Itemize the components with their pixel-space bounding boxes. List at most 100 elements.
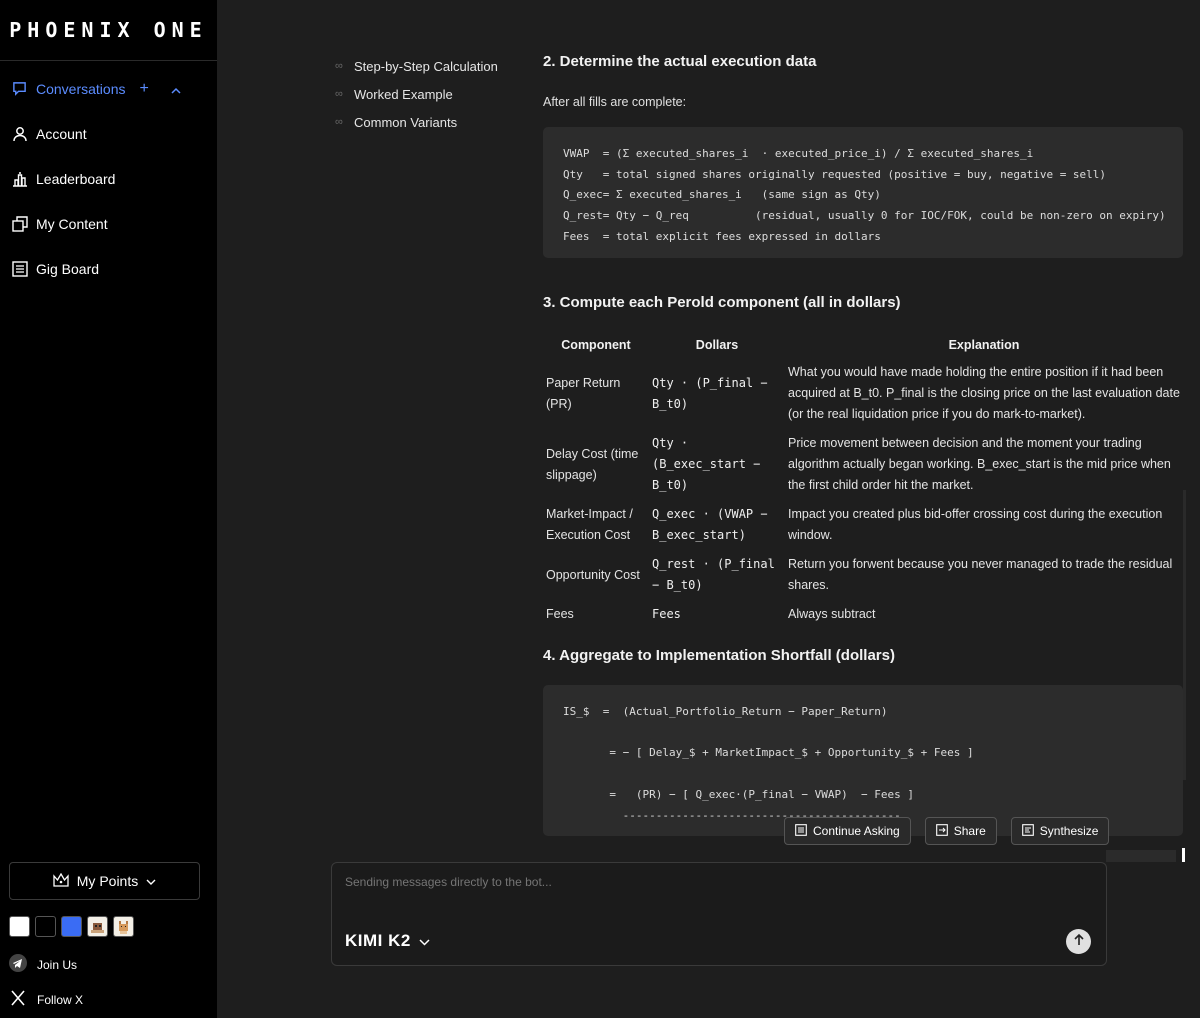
- cell-explanation: What you would have made holding the ent…: [788, 365, 1180, 421]
- theme-swatch-white[interactable]: [9, 916, 30, 937]
- code-block: VWAP = (Σ executed_shares_i · executed_p…: [543, 127, 1183, 258]
- theme-swatch-blue[interactable]: [61, 916, 82, 937]
- share-icon: [935, 823, 948, 839]
- brand-name: PHOENIX ONE: [9, 18, 208, 42]
- synthesize-label: Synthesize: [1039, 824, 1099, 838]
- sidebar-item-my-content[interactable]: My Content: [0, 201, 217, 246]
- section-heading: 4. Aggregate to Implementation Shortfall…: [543, 647, 895, 664]
- cell-component: Paper Return (PR): [546, 375, 621, 411]
- sidebar-item-gig-board[interactable]: Gig Board: [0, 246, 217, 291]
- chevron-down-icon: [146, 873, 156, 889]
- toc-item-label: Step-by-Step Calculation: [354, 58, 498, 74]
- app-root: PHOENIX ONE Conversations + Account Lead…: [0, 0, 1200, 1018]
- synthesize-icon: [1021, 823, 1034, 839]
- board-list-icon: [11, 260, 28, 277]
- theme-swatch-pixel-cat-icon[interactable]: [113, 916, 134, 937]
- model-selector[interactable]: KIMI K2: [345, 931, 430, 951]
- link-icon: ∞: [335, 60, 343, 72]
- chat-bubble-icon: [11, 80, 28, 97]
- telegram-icon: [9, 954, 27, 975]
- toc-item[interactable]: ∞ Step-by-Step Calculation: [335, 52, 498, 80]
- code-block: IS_$ = (Actual_Portfolio_Return − Paper_…: [543, 685, 1183, 836]
- table-of-contents: ∞ Step-by-Step Calculation ∞ Worked Exam…: [335, 52, 498, 136]
- table-row: Fees Fees Always subtract: [543, 600, 1183, 629]
- sidebar-item-conversations[interactable]: Conversations +: [0, 66, 217, 111]
- stacked-windows-icon: [11, 215, 28, 232]
- sidebar-item-label: Leaderboard: [36, 170, 116, 187]
- cell-component: Delay Cost (time slippage): [546, 446, 639, 482]
- link-icon: ∞: [335, 116, 343, 128]
- cell-explanation: Return you forwent because you never man…: [788, 557, 1173, 592]
- toc-item[interactable]: ∞ Worked Example: [335, 80, 498, 108]
- toc-item[interactable]: ∞ Common Variants: [335, 108, 498, 136]
- theme-swatches: [9, 916, 134, 937]
- table-row: Delay Cost (time slippage) Qty · (B_exec…: [543, 429, 1183, 500]
- perold-table: Component Dollars Explanation Paper Retu…: [543, 338, 1183, 629]
- cell-dollars: Q_exec · (VWAP − B_exec_start): [652, 507, 768, 542]
- cell-component: Market-Impact / Execution Cost: [546, 507, 633, 542]
- continue-asking-label: Continue Asking: [813, 824, 900, 838]
- table-row: Market-Impact / Execution Cost Q_exec · …: [543, 500, 1183, 550]
- toc-item-label: Worked Example: [354, 86, 453, 102]
- toc-item-label: Common Variants: [354, 114, 458, 130]
- section-heading: 2. Determine the actual execution data: [543, 53, 817, 70]
- share-label: Share: [953, 824, 986, 838]
- sidebar-item-label: Account: [36, 125, 87, 142]
- column-header: Dollars: [695, 338, 739, 352]
- message-input[interactable]: [345, 875, 1045, 889]
- message-actions: Continue Asking Share Synthesize: [784, 817, 1110, 845]
- chevron-up-icon[interactable]: [171, 81, 181, 97]
- user-icon: [11, 125, 28, 142]
- cell-explanation: Impact you created plus bid-offer crossi…: [788, 507, 1163, 542]
- sidebar-nav: Conversations + Account Leaderboard My C…: [0, 66, 217, 291]
- sidebar-item-label: Gig Board: [36, 260, 100, 277]
- follow-x-link[interactable]: Follow X: [9, 989, 83, 1010]
- theme-swatch-black[interactable]: [35, 916, 56, 937]
- sidebar-item-account[interactable]: Account: [0, 111, 217, 156]
- theme-swatch-pixel-avatar-icon[interactable]: [87, 916, 108, 937]
- cell-explanation: Price movement between decision and the …: [788, 436, 1171, 492]
- my-points-button[interactable]: My Points: [9, 862, 200, 900]
- scroll-thumb[interactable]: [1182, 848, 1185, 862]
- table-row: Paper Return (PR) Qty · (P_final − B_t0)…: [543, 358, 1183, 429]
- horizontal-scroll-track[interactable]: [1106, 850, 1176, 862]
- link-icon: ∞: [335, 88, 343, 100]
- synthesize-button[interactable]: Synthesize: [1010, 817, 1110, 845]
- cell-component: Fees: [546, 607, 574, 621]
- content-scrollbar[interactable]: [1183, 490, 1186, 780]
- arrow-up-icon: [1073, 933, 1085, 951]
- brand-logo[interactable]: PHOENIX ONE: [0, 0, 217, 61]
- sidebar-item-label: My Content: [36, 215, 108, 232]
- table-header-row: Component Dollars Explanation: [543, 338, 1183, 358]
- add-conversation-icon[interactable]: +: [140, 80, 149, 98]
- x-logo-icon: [9, 989, 27, 1010]
- my-points-label: My Points: [76, 873, 139, 889]
- join-us-label: Join Us: [37, 957, 78, 972]
- table-row: Opportunity Cost Q_rest · (P_final − B_t…: [543, 550, 1183, 600]
- cell-dollars: Q_rest · (P_final − B_t0): [652, 557, 775, 592]
- main-panel: ∞ Step-by-Step Calculation ∞ Worked Exam…: [217, 0, 1200, 1018]
- section-heading: 3. Compute each Perold component (all in…: [543, 294, 901, 311]
- model-name: KIMI K2: [345, 931, 411, 950]
- follow-x-label: Follow X: [37, 992, 84, 1007]
- message-composer: KIMI K2: [331, 862, 1107, 966]
- chevron-down-icon: [419, 931, 430, 951]
- cell-explanation: Always subtract: [788, 607, 876, 621]
- sidebar-item-label: Conversations: [36, 80, 126, 97]
- cell-component: Opportunity Cost: [546, 567, 640, 582]
- cell-dollars: Qty · (B_exec_start − B_t0): [652, 436, 761, 492]
- list-icon: [795, 823, 807, 839]
- continue-asking-button[interactable]: Continue Asking: [784, 817, 911, 845]
- leaderboard-icon: [11, 170, 28, 187]
- send-button[interactable]: [1066, 929, 1091, 954]
- column-header: Component: [561, 338, 631, 352]
- cell-dollars: Qty · (P_final − B_t0): [652, 375, 768, 411]
- share-button[interactable]: Share: [924, 817, 997, 845]
- column-header: Explanation: [948, 338, 1020, 352]
- sidebar-item-leaderboard[interactable]: Leaderboard: [0, 156, 217, 201]
- cell-dollars: Fees: [652, 607, 681, 621]
- sidebar: PHOENIX ONE Conversations + Account Lead…: [0, 0, 217, 1018]
- paragraph: After all fills are complete:: [543, 95, 687, 109]
- join-us-link[interactable]: Join Us: [9, 954, 77, 975]
- crown-icon: [53, 872, 69, 890]
